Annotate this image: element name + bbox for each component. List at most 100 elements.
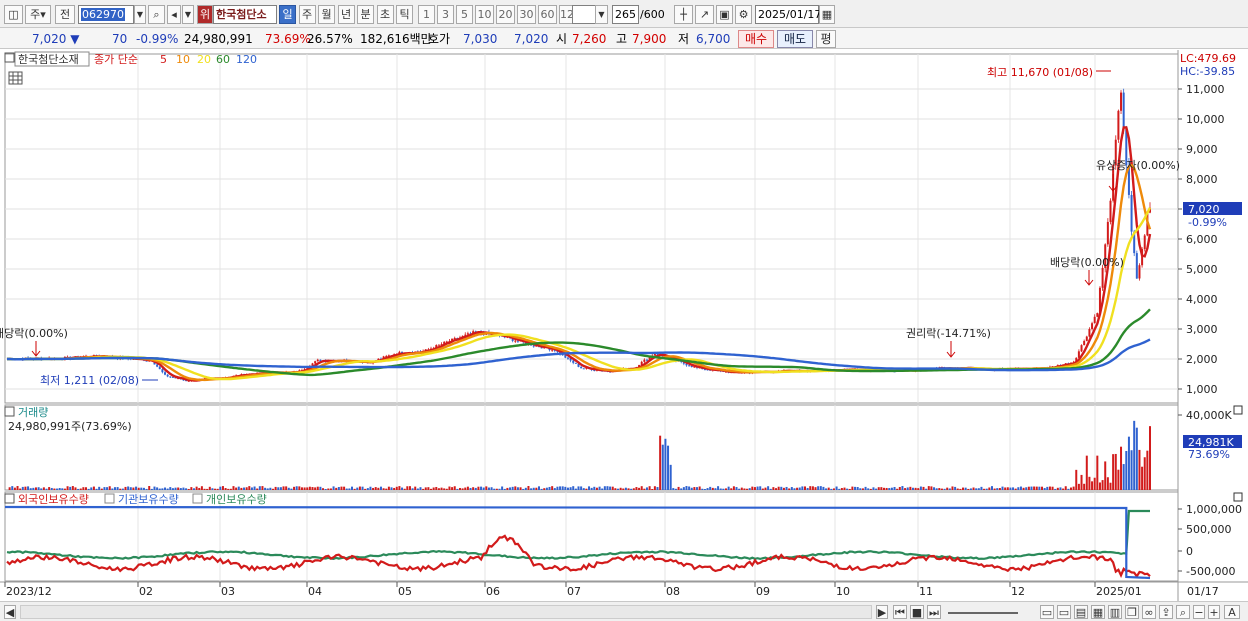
interval-button-5[interactable]: 5 [456,5,473,24]
layout-icon-4[interactable]: ▦ [1091,605,1105,619]
volume-bar [395,486,398,490]
x-axis-label: 2023/12 [6,585,52,598]
eval-button[interactable]: 평 [816,30,836,48]
candle-type-icon[interactable]: ┼ [674,5,693,24]
layout-icon-5[interactable]: ▥ [1108,605,1122,619]
link-icon[interactable]: ∞ [1142,605,1156,619]
draw-tool-icon[interactable]: ↗ [695,5,714,24]
candle-body [1101,267,1104,288]
period-tab-5[interactable]: 초 [376,5,394,24]
calendar-icon[interactable]: ▦ [819,5,835,24]
volume-bar [1149,426,1151,490]
chart-area[interactable]: 한국첨단소재 종가 단순 5 10 20 60 120 최고 11,670 (0… [0,50,1248,603]
interval-button-1[interactable]: 1 [418,5,435,24]
stock-code-input[interactable]: 062970 [78,5,134,24]
zoom-icon[interactable]: ⌕ [1176,605,1190,619]
volume-bar [893,486,896,490]
volume-bar [854,486,857,490]
volume-bar [832,488,835,490]
sell-button[interactable]: 매도 [777,30,813,48]
speaker-dropdown-icon[interactable]: ▼ [182,5,194,24]
font-size-icon[interactable]: A [1224,605,1240,619]
zoom-out-icon[interactable]: − [1193,605,1205,619]
layout-icon-1[interactable]: ▭ [1040,605,1054,619]
x-axis-label: 05 [398,585,412,598]
settings-gear-icon[interactable]: ⚙ [735,5,752,24]
volume-bar [682,487,685,490]
volume-bar [856,487,859,490]
volume-bar [735,487,738,490]
candle-body [1135,253,1138,279]
interval-button-3[interactable]: 3 [437,5,454,24]
volume-bar [385,488,388,490]
save-icon[interactable]: ▣ [716,5,733,24]
code-dropdown-icon[interactable]: ▼ [134,5,146,24]
layout-icon-3[interactable]: ▤ [1074,605,1088,619]
volume-bar [777,486,780,490]
holder-close-icon[interactable] [1233,492,1243,502]
period-tab-4[interactable]: 분 [357,5,374,24]
count-input[interactable]: 265 [612,5,639,24]
volume-bar [408,486,411,490]
volume-bar [969,488,972,490]
volume-bar [269,487,272,490]
prev-button[interactable]: 전 [55,5,75,24]
volume-bar [329,488,332,490]
layout-icon-2[interactable]: ▭ [1057,605,1071,619]
volume-bar [551,486,554,490]
volume-bar [106,487,109,490]
volume-bar [148,486,151,490]
volume-bar [769,488,772,490]
ma5-legend: 5 [160,53,167,66]
high-label: 고 [616,32,628,46]
stop-icon[interactable]: ■ [910,605,924,619]
volume-bar [185,488,188,490]
speaker-icon[interactable]: ◂ [167,5,181,24]
volume-close-icon[interactable] [1233,405,1243,415]
interval-button-60[interactable]: 60 [538,5,557,24]
interval-button-30[interactable]: 30 [517,5,536,24]
rewind-icon[interactable]: ⏮ [893,605,907,619]
copy-icon[interactable]: ❐ [1125,605,1139,619]
candle-body [551,349,554,351]
panel-frame-0 [4,53,1179,404]
period-tab-3[interactable]: 년 [337,5,355,24]
volume-bar [935,488,938,490]
zoom-slider[interactable] [948,612,1018,614]
period-tab-0[interactable]: 일 [279,5,296,24]
price-tick-label: 2,000 [1186,353,1218,366]
export-icon[interactable]: ⇪ [1159,605,1173,619]
volume-bar [158,488,161,490]
scroll-left-icon[interactable]: ◀ [4,605,16,619]
horizontal-scrollbar-track[interactable] [20,605,872,619]
volume-bar [1064,486,1067,490]
grid-table-icon[interactable] [8,71,23,85]
volume-bar [840,488,843,490]
volume-bar [885,487,888,490]
fast-forward-icon[interactable]: ⏭ [927,605,941,619]
buy-button[interactable]: 매수 [738,30,774,48]
stock-chart-svg[interactable]: 한국첨단소재 종가 단순 5 10 20 60 120 최고 11,670 (0… [0,50,1248,603]
period-tab-2[interactable]: 월 [318,5,335,24]
interval-button-10[interactable]: 10 [475,5,494,24]
date-input[interactable]: 2025/01/17 [755,5,821,24]
search-icon[interactable]: ⌕ [148,5,165,24]
volume-bar [780,486,783,490]
volume-bar [50,487,53,490]
period-tab-6[interactable]: 틱 [396,5,413,24]
interval-button-20[interactable]: 20 [496,5,515,24]
zoom-in-icon[interactable]: + [1208,605,1220,619]
volume-bar [369,486,372,490]
volume-bar [98,486,101,490]
volume-bar [66,486,69,490]
interval-buttons: 1 3 5 10 20 30 60 120 [418,5,581,24]
institution-holder-legend: 기관보유수량 [118,493,179,506]
interval-dropdown-icon[interactable]: ▼ [595,5,608,24]
volume-bar [1125,451,1128,490]
market-select[interactable]: 주▾ [25,5,51,24]
period-tab-1[interactable]: 주 [298,5,316,24]
window-icon[interactable]: ◫ [4,5,23,24]
volume-bar [1088,476,1091,490]
scroll-right-icon[interactable]: ▶ [876,605,888,619]
volume-bar [77,488,80,490]
